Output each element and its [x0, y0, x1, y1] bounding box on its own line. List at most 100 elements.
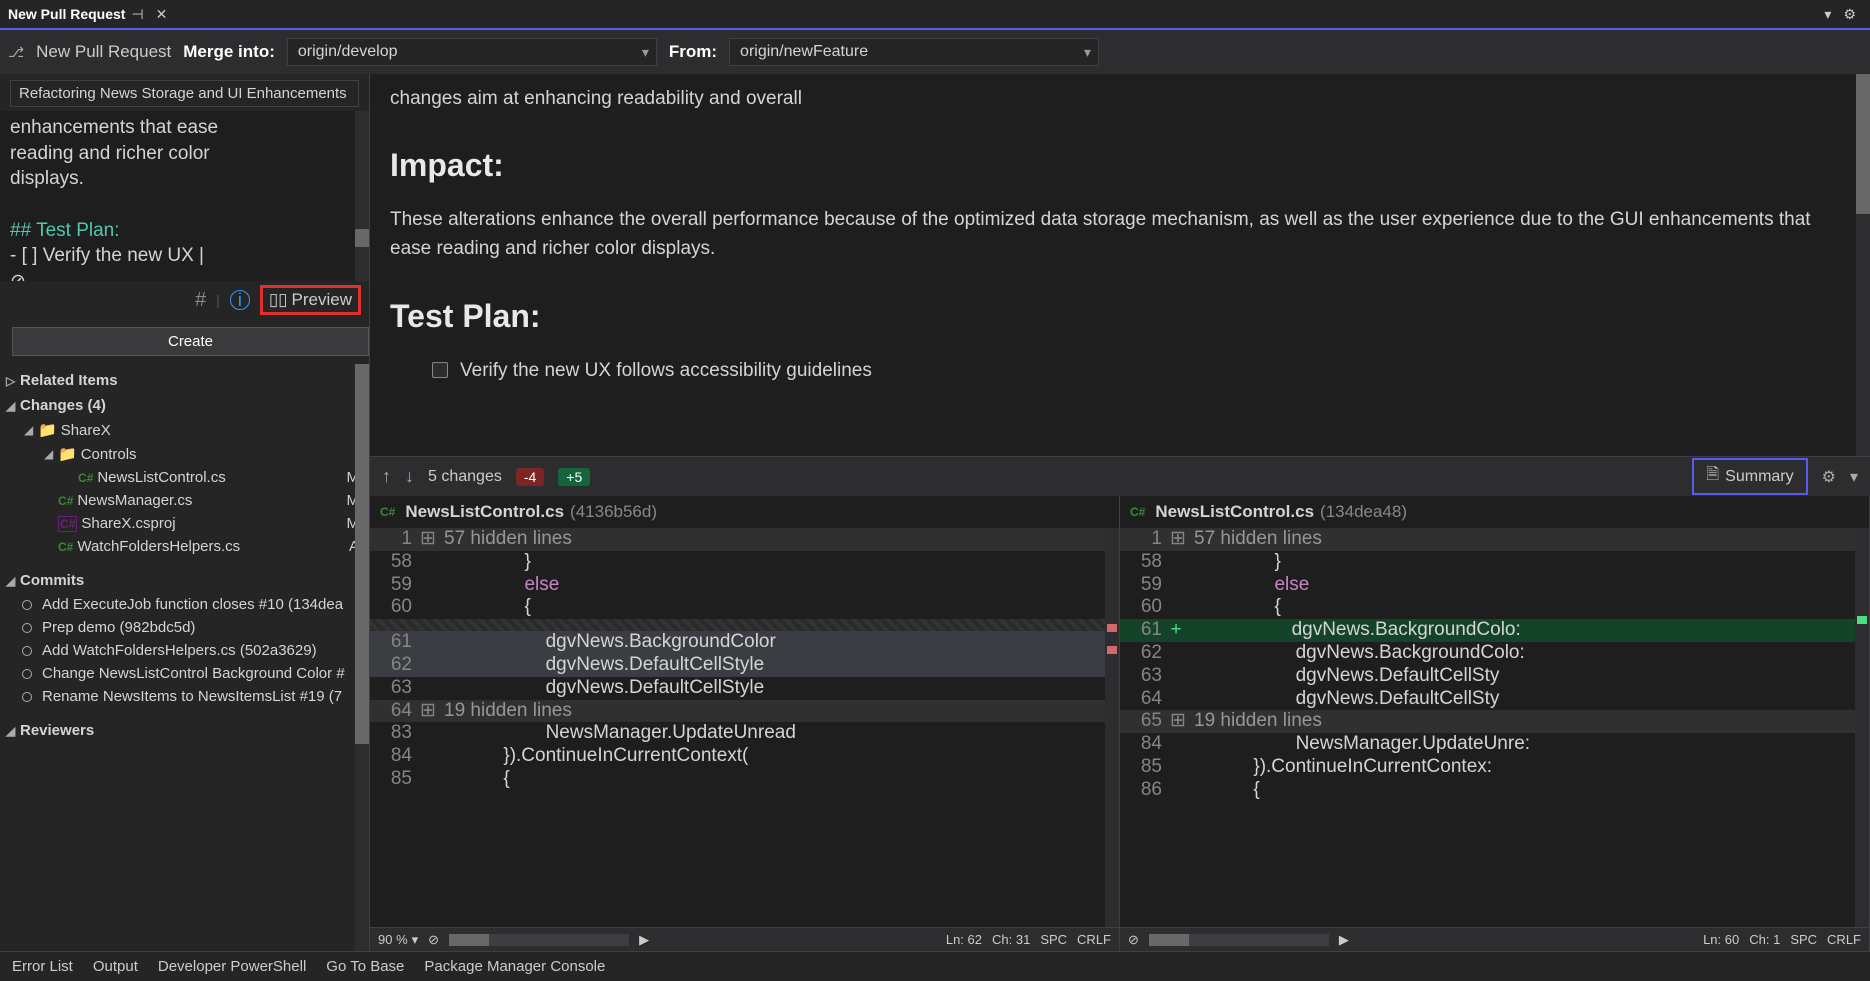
cs-file-icon: C# — [380, 505, 395, 519]
impact-text: These alterations enhance the overall pe… — [390, 205, 1850, 264]
test-item: Verify the new UX follows accessibility … — [460, 356, 872, 385]
new-pr-label: New Pull Request — [36, 42, 171, 62]
preview-text: changes aim at enhancing readability and… — [390, 84, 1850, 113]
line-indicator: Ln: 60 — [1703, 932, 1739, 947]
chevron-down-icon[interactable]: ▾ — [1850, 467, 1858, 487]
titlebar: New Pull Request ⊣ ✕ ▾ ⚙ — [0, 0, 1870, 30]
testplan-heading: Test Plan: — [390, 292, 1850, 342]
related-items-section[interactable]: ▷Related Items — [0, 368, 369, 393]
tab-dev-powershell[interactable]: Developer PowerShell — [158, 958, 306, 975]
bottom-tabs: Error List Output Developer PowerShell G… — [0, 951, 1870, 981]
description-editor[interactable]: enhancements that ease reading and riche… — [0, 111, 369, 281]
info-icon[interactable]: i — [230, 290, 250, 310]
tab-go-to-base[interactable]: Go To Base — [326, 958, 404, 975]
line-ending: CRLF — [1827, 932, 1861, 947]
commit-node-icon — [22, 646, 32, 656]
prev-change-icon[interactable]: ↑ — [382, 466, 391, 487]
branch-icon: ⎇ — [8, 44, 24, 61]
impact-heading: Impact: — [390, 141, 1850, 191]
folder-sharex[interactable]: ◢📁ShareX — [0, 418, 369, 442]
csproj-file-icon: C# — [58, 516, 77, 532]
preview-button-highlight: ▯▯ Preview — [260, 285, 361, 315]
window-title: New Pull Request — [8, 6, 125, 22]
from-label: From: — [669, 42, 717, 62]
changes-count: 5 changes — [428, 468, 502, 486]
from-branch-select[interactable]: origin/newFeature — [729, 38, 1099, 66]
status-right: ⊘ ▶ Ln: 60 Ch: 1 SPC CRLF — [1120, 927, 1869, 951]
code-scrollbar[interactable] — [1855, 528, 1869, 927]
col-indicator: Ch: 1 — [1749, 932, 1780, 947]
chevron-down-icon[interactable]: ▾ — [1824, 6, 1831, 23]
gear-icon[interactable]: ⚙ — [1843, 6, 1856, 23]
create-button[interactable]: Create — [12, 327, 369, 356]
preview-button[interactable]: ▯▯ Preview — [269, 290, 352, 310]
code-right[interactable]: 1⊞57 hidden lines 58 } 59 else 60 { 61+ … — [1120, 528, 1869, 927]
reviewers-section[interactable]: ◢Reviewers — [0, 718, 369, 743]
copilot-icon[interactable]: ⊘ — [10, 271, 26, 281]
next-change-icon[interactable]: ↓ — [405, 466, 414, 487]
commit-node-icon — [22, 623, 32, 633]
indent-mode: SPC — [1040, 932, 1067, 947]
editor-line: reading and richer color — [10, 143, 210, 164]
commit-item[interactable]: Change NewsListControl Background Color … — [0, 662, 369, 685]
commit-node-icon — [22, 669, 32, 679]
left-panel: enhancements that ease reading and riche… — [0, 74, 370, 951]
h-scrollbar[interactable] — [1149, 934, 1329, 946]
editor-task: - [ ] Verify the new UX | — [10, 245, 204, 266]
deletions-badge: -4 — [516, 468, 544, 486]
code-scrollbar[interactable] — [1105, 528, 1119, 927]
editor-line: enhancements that ease — [10, 117, 218, 138]
cs-file-icon: C# — [58, 494, 73, 508]
commit-node-icon — [22, 692, 32, 702]
col-indicator: Ch: 31 — [992, 932, 1030, 947]
commits-section[interactable]: ◢Commits — [0, 568, 369, 593]
editor-line: displays. — [10, 168, 84, 189]
tab-package-manager[interactable]: Package Manager Console — [424, 958, 605, 975]
changes-section[interactable]: ◢Changes (4) — [0, 393, 369, 418]
merge-branch-select[interactable]: origin/develop — [287, 38, 657, 66]
indent-mode: SPC — [1790, 932, 1817, 947]
no-issues-icon[interactable]: ⊘ — [1128, 932, 1139, 948]
pin-icon[interactable]: ⊣ — [131, 6, 143, 23]
commit-item[interactable]: Add ExecuteJob function closes #10 (134d… — [0, 593, 369, 616]
code-left[interactable]: 1⊞57 hidden lines 58 } 59 else 60 { 61 d… — [370, 528, 1119, 927]
diff-settings-icon[interactable]: ⚙ — [1822, 467, 1836, 487]
cs-file-icon: C# — [1130, 505, 1145, 519]
right-panel: changes aim at enhancing readability and… — [370, 74, 1870, 951]
folder-controls[interactable]: ◢📁Controls — [0, 442, 369, 466]
h-scrollbar[interactable] — [449, 934, 629, 946]
diff-left: C# NewsListControl.cs (4136b56d) 1⊞57 hi… — [370, 496, 1120, 951]
file-header-left: C# NewsListControl.cs (4136b56d) — [370, 496, 1119, 528]
markdown-preview: changes aim at enhancing readability and… — [370, 74, 1870, 456]
line-ending: CRLF — [1077, 932, 1111, 947]
commit-item[interactable]: Prep demo (982bdc5d) — [0, 616, 369, 639]
preview-scrollbar[interactable] — [1856, 74, 1870, 456]
summary-button[interactable]: 🗎 Summary — [1692, 458, 1807, 495]
merge-into-label: Merge into: — [183, 42, 275, 62]
cs-file-icon: C# — [78, 471, 93, 485]
zoom-level[interactable]: 90 % ▾ — [378, 932, 418, 948]
commit-node-icon — [22, 600, 32, 610]
tab-error-list[interactable]: Error List — [12, 958, 73, 975]
changes-tree: ▷Related Items ◢Changes (4) ◢📁ShareX ◢📁C… — [0, 364, 369, 951]
file-item[interactable]: C# NewsListControl.cs M — [0, 466, 369, 489]
diff-toolbar: ↑ ↓ 5 changes -4 +5 🗎 Summary ⚙ ▾ — [370, 456, 1870, 496]
hash-icon[interactable]: # — [195, 289, 206, 312]
no-issues-icon[interactable]: ⊘ — [428, 932, 439, 948]
commit-item[interactable]: Rename NewsItems to NewsItemsList #19 (7 — [0, 685, 369, 708]
diff-panes: C# NewsListControl.cs (4136b56d) 1⊞57 hi… — [370, 496, 1870, 951]
pr-title-input[interactable] — [10, 80, 359, 107]
file-item[interactable]: C# ShareX.csproj M — [0, 512, 369, 535]
line-indicator: Ln: 62 — [946, 932, 982, 947]
file-item[interactable]: C# WatchFoldersHelpers.cs A — [0, 535, 369, 558]
cs-file-icon: C# — [58, 540, 73, 554]
document-icon: 🗎 — [1706, 463, 1719, 490]
tab-output[interactable]: Output — [93, 958, 138, 975]
checkbox[interactable] — [432, 362, 448, 378]
tree-scrollbar[interactable] — [355, 364, 369, 951]
file-item[interactable]: C# NewsManager.cs M — [0, 489, 369, 512]
editor-heading: ## Test Plan: — [10, 220, 120, 241]
close-icon[interactable]: ✕ — [156, 6, 168, 23]
commit-item[interactable]: Add WatchFoldersHelpers.cs (502a3629) — [0, 639, 369, 662]
editor-scrollbar[interactable] — [355, 111, 369, 281]
